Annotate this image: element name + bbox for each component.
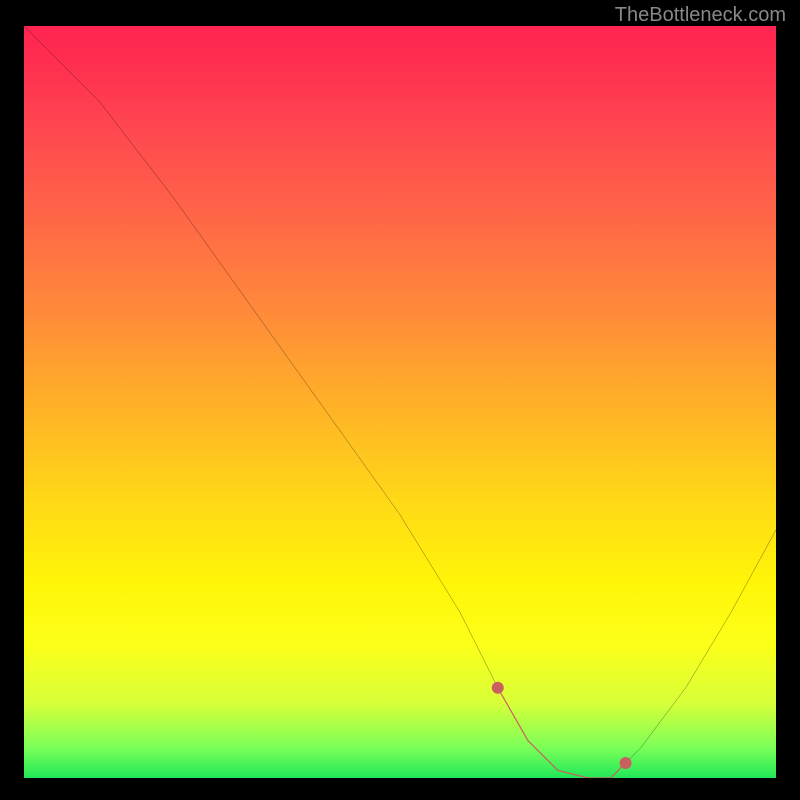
main-curve: [24, 26, 776, 778]
highlight-dot-right: [620, 757, 632, 769]
chart-svg: [24, 26, 776, 778]
watermark-label: TheBottleneck.com: [615, 4, 786, 27]
highlight-band: [498, 688, 626, 778]
chart-area: [24, 26, 776, 778]
highlight-dot-left: [492, 682, 504, 694]
